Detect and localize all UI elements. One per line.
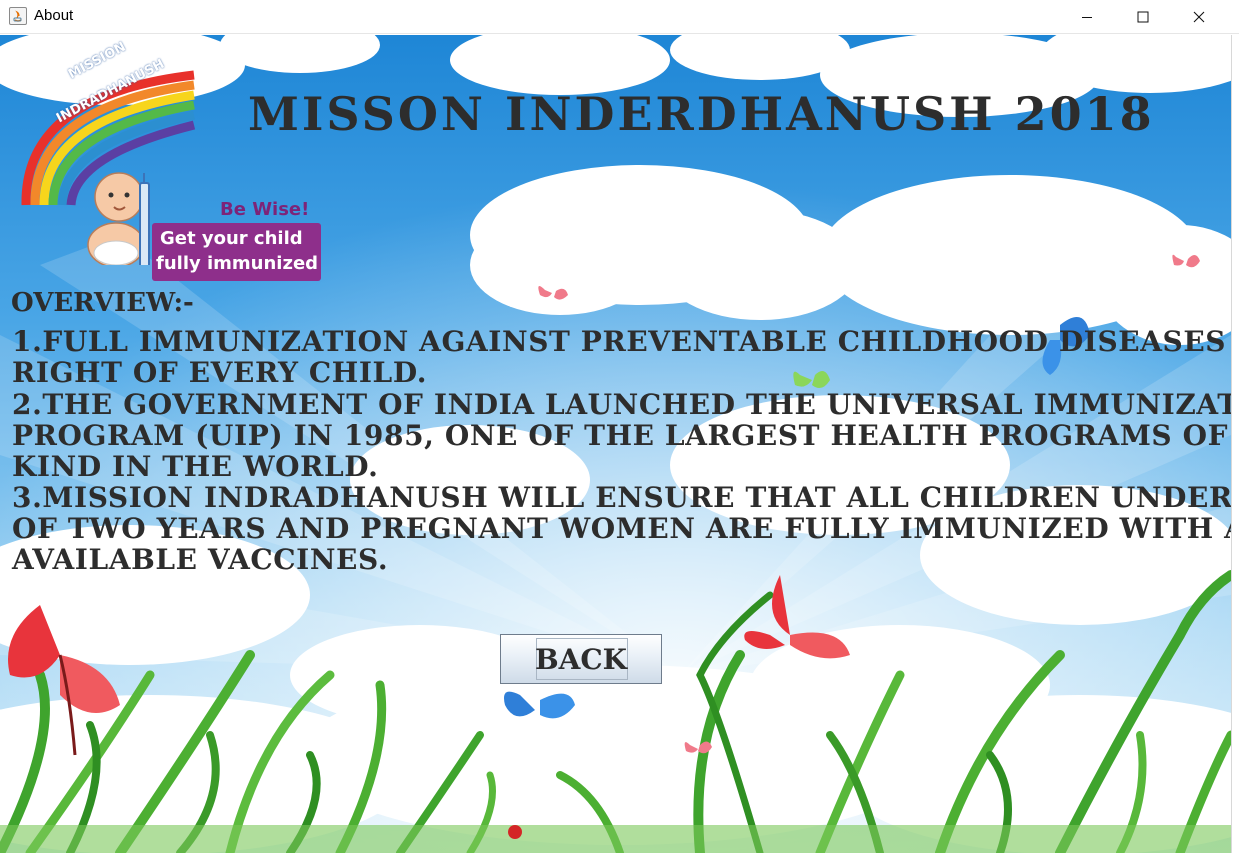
overview-line: RIGHT OF EVERY CHILD. xyxy=(12,356,428,389)
overview-line: OF TWO YEARS AND PREGNANT WOMEN ARE FULL… xyxy=(12,512,1231,545)
back-button-label: BACK xyxy=(534,642,627,676)
logo-tagline-line-1: Get your child xyxy=(160,228,303,249)
overview-line: AVAILABLE VACCINES. xyxy=(12,543,389,576)
close-button[interactable] xyxy=(1176,0,1222,33)
overview-line: 1.FULL IMMUNIZATION AGAINST PREVENTABLE … xyxy=(12,325,1231,358)
minimize-button[interactable] xyxy=(1064,0,1110,33)
window-title: About xyxy=(34,7,74,24)
overview-line: 2.THE GOVERNMENT OF INDIA LAUNCHED THE U… xyxy=(12,388,1231,421)
title-bar: About xyxy=(0,0,1239,34)
back-button[interactable]: BACK xyxy=(500,634,662,684)
logo-be-wise-text: Be Wise! xyxy=(220,199,310,220)
close-icon xyxy=(1193,11,1205,22)
minimize-icon xyxy=(1082,16,1092,18)
overview-line: PROGRAM (UIP) IN 1985, ONE OF THE LARGES… xyxy=(12,419,1231,452)
overview-heading: OVERVIEW:- xyxy=(11,288,194,318)
overview-line: KIND IN THE WORLD. xyxy=(12,450,379,483)
page-title: MISSON INDERDHANUSH 2018 xyxy=(248,87,1155,141)
window-right-edge xyxy=(1231,35,1239,853)
maximize-button[interactable] xyxy=(1120,0,1166,33)
logo-tagline-line-2: fully immunized xyxy=(156,253,319,274)
overview-line: 3.MISSION INDRADHANUSH WILL ENSURE THAT … xyxy=(12,481,1231,514)
java-app-icon[interactable] xyxy=(9,7,27,25)
maximize-icon xyxy=(1137,11,1149,22)
about-panel: MISSION INDRADHANUSH Be Wise! Get your c… xyxy=(0,35,1231,853)
